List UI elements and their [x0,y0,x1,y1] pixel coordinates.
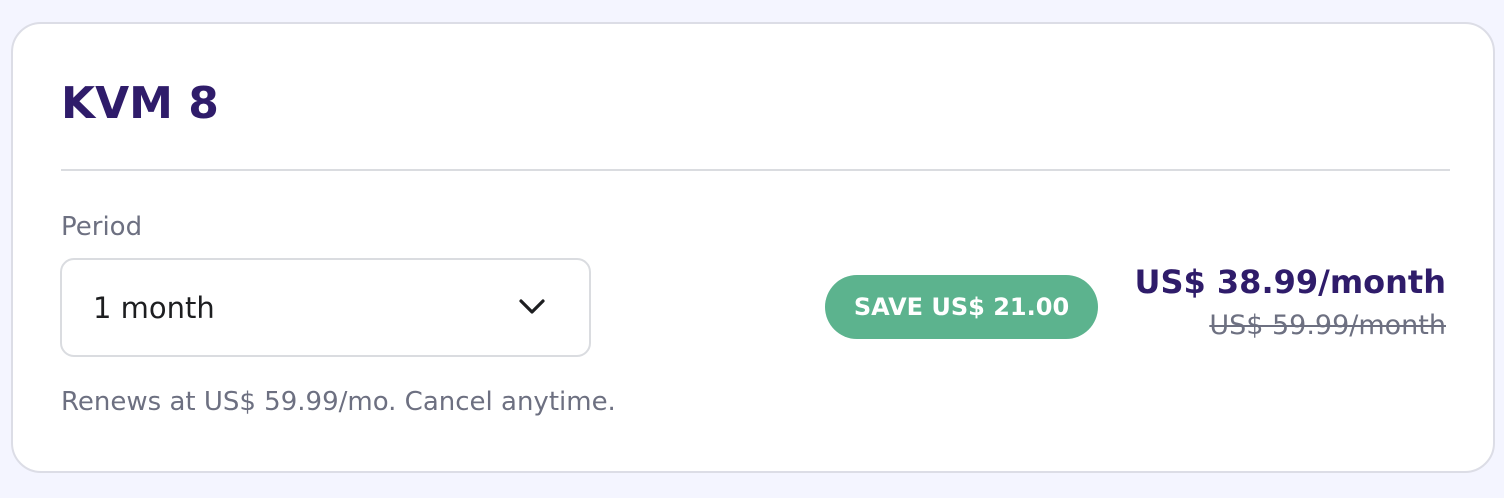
price-block: US$ 38.99/month US$ 59.99/month [1134,261,1446,344]
plan-title: KVM 8 [61,78,219,129]
divider [61,169,1450,171]
period-select[interactable]: 1 month [60,258,591,357]
period-select-value: 1 month [93,291,215,325]
save-badge: SAVE US$ 21.00 [825,275,1098,339]
original-price: US$ 59.99/month [1209,310,1446,341]
plan-card: KVM 8 Period 1 month Renews at US$ 59.99… [11,22,1495,473]
renewal-note: Renews at US$ 59.99/mo. Cancel anytime. [61,387,616,417]
chevron-down-icon [519,299,545,314]
period-label: Period [61,212,143,242]
current-price: US$ 38.99/month [1134,263,1446,301]
